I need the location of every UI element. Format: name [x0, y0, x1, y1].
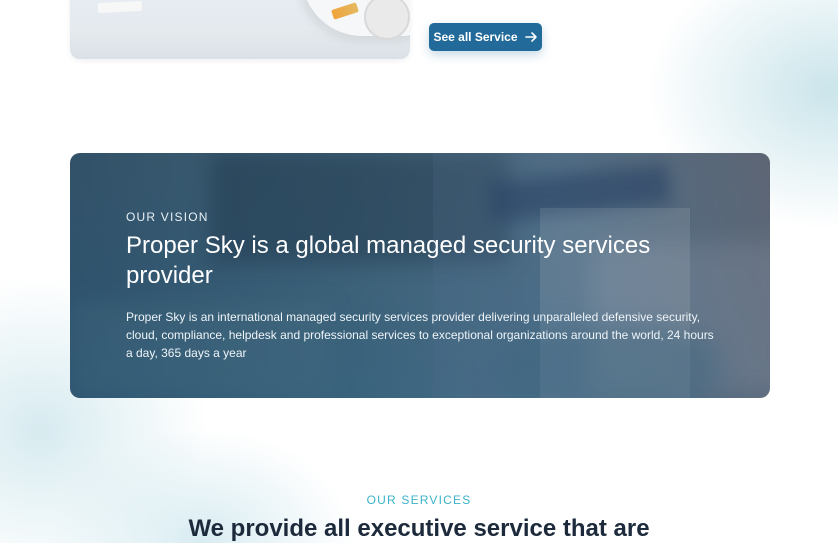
vision-banner: OUR VISION Proper Sky is a global manage… [70, 153, 770, 398]
see-all-service-button[interactable]: See all Service [429, 23, 542, 51]
service-photo [70, 0, 410, 59]
services-title: We provide all executive service that ar… [188, 515, 650, 542]
vision-eyebrow: OUR VISION [126, 210, 209, 224]
see-all-service-label: See all Service [433, 30, 518, 44]
services-eyebrow: OUR SERVICES [366, 493, 472, 507]
photo-paper [97, 0, 143, 14]
vision-headline: Proper Sky is a global managed security … [126, 232, 651, 289]
arrow-right-icon [524, 30, 538, 44]
vision-description: Proper Sky is an international managed s… [126, 310, 714, 360]
